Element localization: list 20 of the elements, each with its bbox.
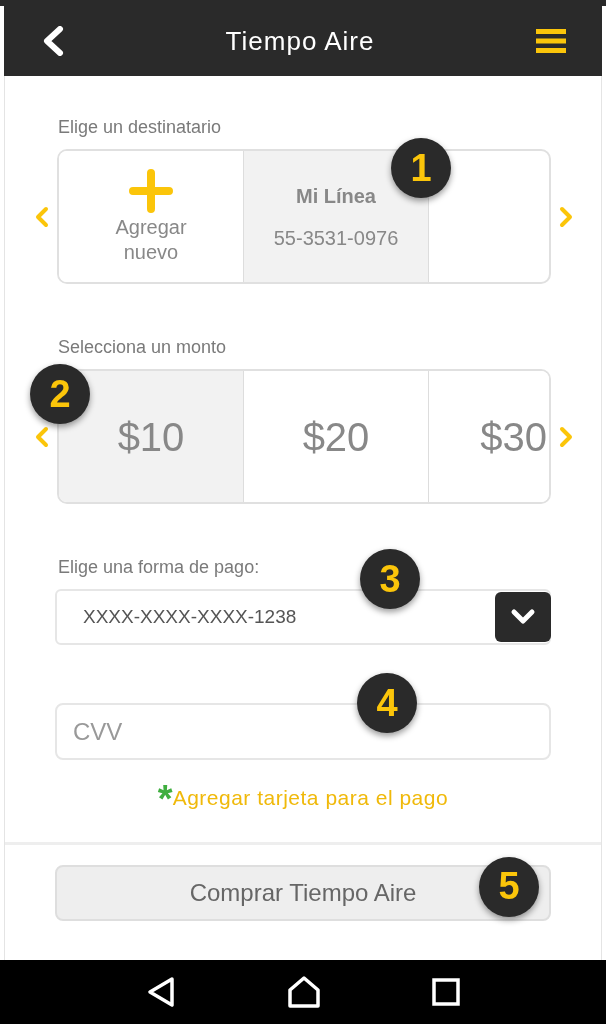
back-icon[interactable] <box>42 26 64 56</box>
section-label: Elige una forma de pago: <box>58 556 260 579</box>
step-badge: 1 <box>391 138 451 198</box>
recents-icon[interactable] <box>432 978 461 1006</box>
home-icon[interactable] <box>287 976 321 1008</box>
step-badge: 2 <box>30 364 90 424</box>
step-badge: 4 <box>357 673 417 733</box>
asterisk-icon: * <box>157 783 173 812</box>
page-title: Tiempo Aire <box>225 24 375 58</box>
plus-icon <box>129 168 173 213</box>
section-label: Elige un destinatario <box>58 116 222 139</box>
step-badge: 5 <box>479 856 539 917</box>
caret-icon <box>495 592 551 642</box>
section-label: Selecciona un monto <box>58 336 227 359</box>
payment-value: XXXX-XXXX-XXXX-1238 <box>82 604 297 629</box>
add-recipient-option[interactable]: Agregar nuevo <box>59 151 244 282</box>
back-nav-icon[interactable] <box>145 976 176 1008</box>
add-card-link[interactable]: Agregar tarjeta para el pago <box>172 782 449 814</box>
step-badge: 3 <box>360 549 420 609</box>
menu-icon[interactable] <box>536 29 566 53</box>
